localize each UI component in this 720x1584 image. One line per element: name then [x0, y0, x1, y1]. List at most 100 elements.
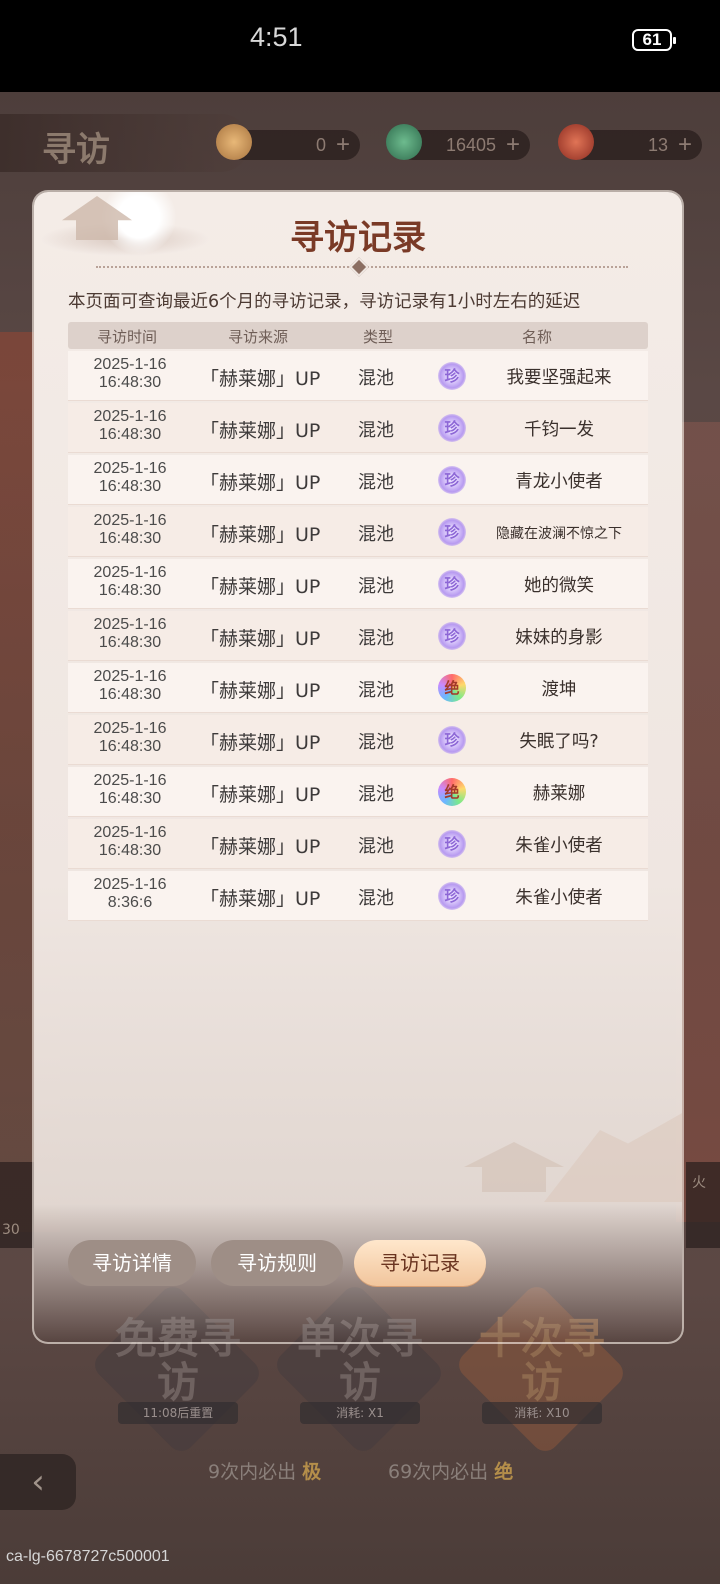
- battery-icon: 61: [632, 29, 676, 51]
- mountain-shape: [544, 1112, 682, 1202]
- table-header: 寻访时间 寻访来源 类型 名称: [68, 322, 648, 349]
- notice-text: 本页面可查询最近6个月的寻访记录，寻访记录有1小时左右的延迟: [68, 292, 581, 312]
- clock: 4:51: [250, 22, 303, 52]
- ticker-text: 火: [692, 1175, 706, 1191]
- resource-value: 0: [315, 135, 326, 155]
- table-row: 2025-1-16 16:48:30 「赫莱娜」UP 混池 珍 她的微笑: [68, 559, 648, 609]
- status-bar: 4:51 61: [0, 0, 720, 92]
- record-type: 混池: [358, 368, 394, 389]
- record-name: 朱雀小使者: [515, 888, 603, 908]
- guarantee-hint-2: 69次内必出 绝: [388, 1457, 513, 1484]
- tab-draw-rules[interactable]: 寻访规则: [211, 1240, 343, 1286]
- draw-record-dialog: 寻访记录 本页面可查询最近6个月的寻访记录，寻访记录有1小时左右的延迟 寻访时间…: [34, 192, 682, 1342]
- guarantee-hint-1: 9次内必出 极: [208, 1457, 321, 1484]
- record-name: 失眠了吗?: [519, 732, 599, 752]
- record-name: 朱雀小使者: [515, 836, 603, 856]
- record-type: 混池: [358, 420, 394, 441]
- rarity-jue-icon: 绝: [438, 778, 466, 806]
- column-header-type: 类型: [363, 328, 394, 346]
- single-draw-cost: 消耗: X1: [300, 1402, 420, 1424]
- record-time: 2025-1-16 16:48:30: [68, 668, 192, 704]
- record-source: 「赫莱娜」UP: [200, 888, 321, 910]
- record-time: 2025-1-16 16:48:30: [68, 616, 192, 652]
- column-header-name: 名称: [522, 328, 553, 346]
- resource-counter-feather[interactable]: 13 +: [558, 124, 702, 160]
- divider-ornament-icon: [349, 257, 369, 277]
- back-arrow-icon: ‹: [31, 1462, 45, 1502]
- record-date: 2025-1-16: [93, 512, 167, 529]
- tab-draw-records[interactable]: 寻访记录: [354, 1240, 486, 1286]
- record-source: 「赫莱娜」UP: [200, 680, 321, 702]
- record-date: 2025-1-16: [93, 408, 167, 425]
- dialog-tabs: 寻访详情 寻访规则 寻访记录: [68, 1240, 668, 1292]
- event-ticker-left[interactable]: 30: [0, 1162, 34, 1248]
- page-title: 寻访: [42, 130, 110, 170]
- free-draw-reset-timer: 11:08后重置: [118, 1402, 238, 1424]
- jade-gem-icon: [386, 124, 422, 160]
- record-time: 2025-1-16 16:48:30: [68, 356, 192, 392]
- title-plate: [0, 114, 250, 172]
- guarantee-text: 69次内必出: [388, 1461, 489, 1483]
- record-name: 赫莱娜: [532, 784, 586, 804]
- record-type: 混池: [358, 732, 394, 753]
- character-art-right: [676, 422, 720, 1222]
- record-source: 「赫莱娜」UP: [200, 524, 321, 546]
- back-button[interactable]: ‹: [0, 1454, 76, 1510]
- pavilion-shape: [464, 1142, 564, 1192]
- record-type: 混池: [358, 680, 394, 701]
- add-icon[interactable]: +: [678, 131, 692, 159]
- record-time: 2025-1-16 16:48:30: [68, 460, 192, 496]
- record-time: 2025-1-16 16:48:30: [68, 512, 192, 548]
- red-feather-icon: [558, 124, 594, 160]
- record-clock: 16:48:30: [98, 374, 162, 391]
- record-name: 千钧一发: [524, 420, 594, 440]
- guarantee-text: 9次内必出: [208, 1461, 297, 1483]
- record-clock: 16:48:30: [98, 530, 162, 547]
- record-type: 混池: [358, 784, 394, 805]
- table-row: 2025-1-16 8:36:6 「赫莱娜」UP 混池 珍 朱雀小使者: [68, 871, 648, 921]
- event-ticker-right[interactable]: 火: [686, 1162, 720, 1248]
- column-header-time: 寻访时间: [97, 328, 158, 346]
- record-source: 「赫莱娜」UP: [200, 368, 321, 390]
- resource-counter-jade[interactable]: 16405 +: [386, 124, 530, 160]
- record-type: 混池: [358, 472, 394, 493]
- record-table: 寻访时间 寻访来源 类型 名称 2025-1-16 16:48:30 「赫莱娜」UP…: [68, 322, 648, 921]
- record-date: 2025-1-16: [93, 772, 167, 789]
- rarity-zhen-icon: 珍: [438, 622, 466, 650]
- column-header-source: 寻访来源: [228, 328, 289, 346]
- rarity-zhen-icon: 珍: [438, 830, 466, 858]
- record-name: 青龙小使者: [515, 472, 603, 492]
- record-clock: 16:48:30: [98, 738, 162, 755]
- resource-counter-peach[interactable]: 0 +: [216, 124, 360, 160]
- peach-token-icon: [216, 124, 252, 160]
- record-source: 「赫莱娜」UP: [200, 784, 321, 806]
- record-clock: 8:36:6: [107, 894, 153, 911]
- record-time: 2025-1-16 16:48:30: [68, 564, 192, 600]
- add-icon[interactable]: +: [336, 131, 350, 159]
- record-type: 混池: [358, 524, 394, 545]
- table-row: 2025-1-16 16:48:30 「赫莱娜」UP 混池 珍 青龙小使者: [68, 455, 648, 505]
- table-row: 2025-1-16 16:48:30 「赫莱娜」UP 混池 珍 失眠了吗?: [68, 715, 648, 765]
- record-date: 2025-1-16: [93, 356, 167, 373]
- table-row: 2025-1-16 16:48:30 「赫莱娜」UP 混池 珍 千钧一发: [68, 403, 648, 453]
- record-date: 2025-1-16: [93, 616, 167, 633]
- record-clock: 16:48:30: [98, 582, 162, 599]
- record-clock: 16:48:30: [98, 634, 162, 651]
- add-icon[interactable]: +: [506, 131, 520, 159]
- mountain-decoration: [444, 1082, 682, 1242]
- record-date: 2025-1-16: [93, 876, 167, 893]
- record-source: 「赫莱娜」UP: [200, 576, 321, 598]
- ticker-text: 30: [2, 1222, 20, 1238]
- rarity-badge: 绝: [494, 1461, 514, 1483]
- record-type: 混池: [358, 576, 394, 597]
- record-type: 混池: [358, 888, 394, 909]
- record-clock: 16:48:30: [98, 426, 162, 443]
- record-clock: 16:48:30: [98, 790, 162, 807]
- rarity-badge: 极: [302, 1461, 322, 1483]
- resource-value: 16405: [445, 135, 496, 155]
- tab-draw-details[interactable]: 寻访详情: [68, 1240, 196, 1286]
- resource-value: 13: [647, 135, 668, 155]
- record-source: 「赫莱娜」UP: [200, 836, 321, 858]
- record-name: 我要坚强起来: [506, 368, 612, 388]
- rarity-zhen-icon: 珍: [438, 362, 466, 390]
